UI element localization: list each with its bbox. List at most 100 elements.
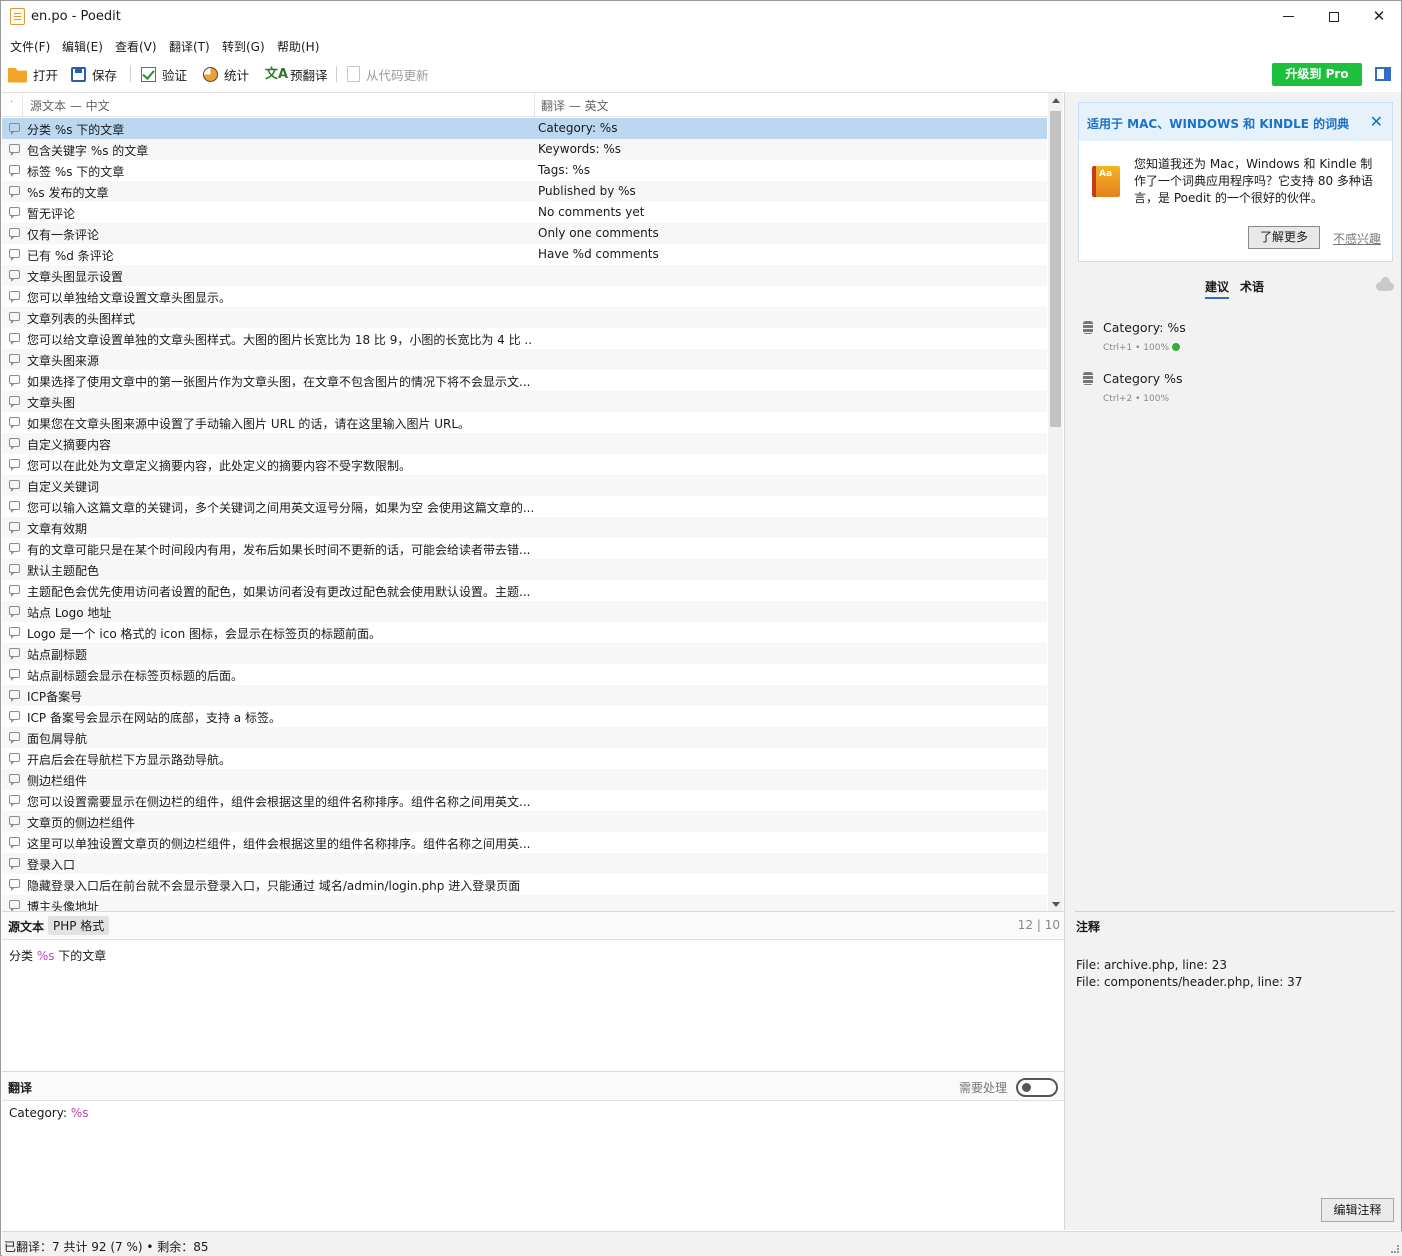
table-row[interactable]: 自定义关键词 [2,475,1047,496]
tab-terms[interactable]: 术语 [1240,278,1264,295]
not-interested-link[interactable]: 不感兴趣 [1333,230,1381,247]
table-row[interactable]: Logo 是一个 ico 格式的 icon 图标，会显示在标签页的标题前面。 [2,622,1047,643]
table-row[interactable]: 暂无评论 No comments yet [2,202,1047,223]
update-from-code-button[interactable]: 从代码更新 [347,64,429,84]
menu-help[interactable]: 帮助(H) [277,38,319,55]
table-row[interactable]: ICP备案号 [2,685,1047,706]
table-row[interactable]: 自定义摘要内容 [2,433,1047,454]
table-row[interactable]: ICP 备案号会显示在网站的底部，支持 a 标签。 [2,706,1047,727]
edit-notes-button[interactable]: 编辑注释 [1321,1198,1394,1222]
table-row[interactable]: 博主头像地址 [2,895,1047,912]
table-row[interactable]: 文章列表的头图样式 [2,307,1047,328]
translate-icon: 文A [265,66,289,82]
menu-translate[interactable]: 翻译(T) [169,38,210,55]
menu-view[interactable]: 查看(V) [115,38,157,55]
table-row[interactable]: 如果您在文章头图来源中设置了手动输入图片 URL 的话，请在这里输入图片 URL… [2,412,1047,433]
table-row[interactable]: 您可以设置需要显示在侧边栏的组件，组件会根据这里的组件名称排序。组件名称之间用英… [2,790,1047,811]
table-row[interactable]: 默认主题配色 [2,559,1047,580]
minimize-button[interactable] [1265,1,1311,32]
menu-goto[interactable]: 转到(G) [222,38,265,55]
table-row[interactable]: 仅有一条评论 Only one comments [2,223,1047,244]
table-row[interactable]: 包含关键字 %s 的文章 Keywords: %s [2,139,1047,160]
comment-bubble-icon [9,690,20,702]
table-row[interactable]: 您可以在此处为文章定义摘要内容，此处定义的摘要内容不受字数限制。 [2,454,1047,475]
comment-bubble-icon [9,816,20,828]
menu-file[interactable]: 文件(F) [10,38,50,55]
sort-indicator-icon[interactable]: · [10,97,13,108]
status-bar: 已翻译：7 共计 92 (7 %) • 剩余：85 [2,1231,1402,1256]
upgrade-pro-button[interactable]: 升级到 Pro [1272,63,1362,86]
table-row[interactable]: 主题配色会优先使用访问者设置的配色，如果访问者没有更改过配色就会使用默认设置。主… [2,580,1047,601]
pretranslate-label: 预翻译 [290,67,328,83]
table-row[interactable]: 这里可以单独设置文章页的侧边栏组件，组件会根据这里的组件名称排序。组件名称之间用… [2,832,1047,853]
table-row[interactable]: 标签 %s 下的文章 Tags: %s [2,160,1047,181]
table-row[interactable]: 文章头图来源 [2,349,1047,370]
notes-divider [1075,911,1395,912]
open-label: 打开 [33,67,59,83]
table-row[interactable]: 面包屑导航 [2,727,1047,748]
close-icon[interactable]: ✕ [1370,112,1383,131]
table-row[interactable]: 隐藏登录入口后在前台就不会显示登录入口，只能通过 域名/admin/login.… [2,874,1047,895]
table-row[interactable]: 分类 %s 下的文章 Category: %s [2,118,1047,139]
table-row[interactable]: 站点副标题 [2,643,1047,664]
scroll-down-icon[interactable] [1052,902,1060,907]
resize-grip-icon[interactable] [1391,1245,1399,1253]
translation-header: 翻译 需要处理 [2,1071,1064,1101]
row-source: 文章页的侧边栏组件 [27,816,136,830]
source-label: 源文本 [8,920,45,934]
maximize-button[interactable] [1311,1,1357,32]
table-row[interactable]: 您可以单独给文章设置文章头图显示。 [2,286,1047,307]
list-scrollbar[interactable] [1048,93,1063,912]
row-source: ICP备案号 [27,690,83,704]
row-source: Logo 是一个 ico 格式的 icon 图标，会显示在标签页的标题前面。 [27,627,382,641]
needs-work-toggle[interactable] [1016,1078,1058,1097]
sidebar-toggle-icon[interactable] [1375,67,1391,81]
close-button[interactable]: ✕ [1356,1,1402,32]
update-from-code-label: 从代码更新 [366,67,429,83]
scrollbar-thumb[interactable] [1050,111,1061,427]
comment-bubble-icon [9,144,20,156]
save-icon [71,66,86,82]
stats-button[interactable]: 统计 [203,64,249,84]
table-row[interactable]: 登录入口 [2,853,1047,874]
suggestion-item[interactable]: Category: %s Ctrl+1 • 100% [1083,320,1383,360]
table-row[interactable]: 文章有效期 [2,517,1047,538]
table-row[interactable]: 站点 Logo 地址 [2,601,1047,622]
open-button[interactable]: 打开 [8,64,58,84]
suggestion-text: Category: %s [1103,320,1186,335]
row-translation: Tags: %s [538,163,591,177]
table-row[interactable]: 开启后会在导航栏下方显示路劲导航。 [2,748,1047,769]
row-translation: Published by %s [538,184,636,198]
table-row[interactable]: 如果选择了使用文章中的第一张图片作为文章头图，在文章不包含图片的情况下将不会显示… [2,370,1047,391]
table-row[interactable]: 文章头图 [2,391,1047,412]
tab-suggestions[interactable]: 建议 [1205,278,1230,299]
column-header-source[interactable]: 源文本 — 中文 [30,97,110,114]
table-row[interactable]: 侧边栏组件 [2,769,1047,790]
dictionary-app-icon [1092,166,1120,197]
validate-button[interactable]: 验证 [141,64,187,84]
table-row[interactable]: 已有 %d 条评论 Have %d comments [2,244,1047,265]
translation-input[interactable]: Category: %s [2,1102,1064,1230]
table-row[interactable]: 您可以给文章设置单独的文章头图样式。大图的图片长宽比为 18 比 9，小图的长宽… [2,328,1047,349]
menu-edit[interactable]: 编辑(E) [62,38,103,55]
table-row[interactable]: 文章页的侧边栏组件 [2,811,1047,832]
comment-bubble-icon [9,165,20,177]
row-source: 文章头图 [27,396,76,410]
source-placeholder: %s [36,949,55,963]
row-source: 有的文章可能只是在某个时间段内有用，发布后如果长时间不更新的话，可能会给读者带去… [27,543,531,557]
source-text-area[interactable]: 分类 %s 下的文章 [2,941,1064,1071]
row-source: 您可以设置需要显示在侧边栏的组件，组件会根据这里的组件名称排序。组件名称之间用英… [27,795,531,809]
suggestion-item[interactable]: Category %s Ctrl+2 • 100% [1083,371,1383,411]
save-button[interactable]: 保存 [71,64,117,84]
pretranslate-button[interactable]: 文A 预翻译 [265,64,328,84]
table-row[interactable]: 站点副标题会显示在标签页标题的后面。 [2,664,1047,685]
comment-bubble-icon [9,354,20,366]
table-row[interactable]: 文章头图显示设置 [2,265,1047,286]
column-header-translation[interactable]: 翻译 — 英文 [541,97,609,114]
comment-bubble-icon [9,606,20,618]
learn-more-button[interactable]: 了解更多 [1248,226,1320,249]
table-row[interactable]: 有的文章可能只是在某个时间段内有用，发布后如果长时间不更新的话，可能会给读者带去… [2,538,1047,559]
scroll-up-icon[interactable] [1052,98,1060,103]
table-row[interactable]: 您可以输入这篇文章的关键词，多个关键词之间用英文逗号分隔，如果为空 会使用这篇文… [2,496,1047,517]
table-row[interactable]: %s 发布的文章 Published by %s [2,181,1047,202]
